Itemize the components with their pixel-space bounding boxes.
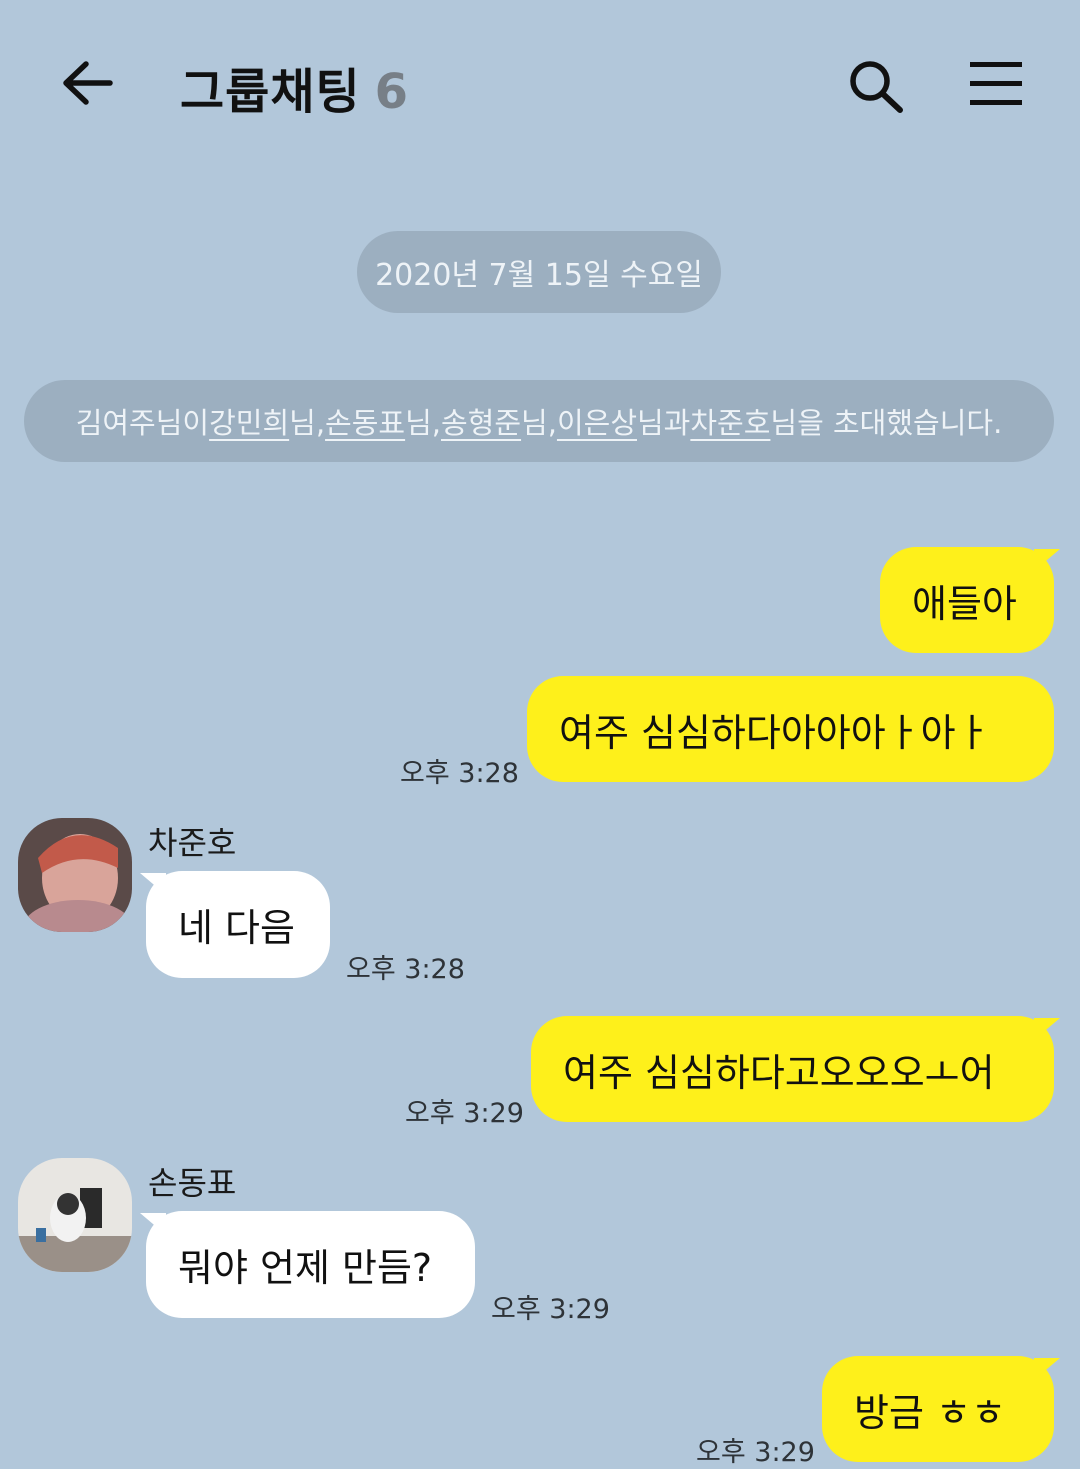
message-time: 오후 3:29 [405,1098,524,1129]
message-text: 방금 ㅎㅎ [854,1390,1006,1435]
other-message-bubble[interactable]: 네 다음 [146,871,330,978]
message-text: 애들아 [912,581,1017,626]
message-text: 여주 심심하다아아아ㅏ아ㅏ [559,710,991,755]
message-text: 여주 심심하다고오오오ㅗ어 [563,1050,995,1095]
menu-icon[interactable] [968,60,1024,108]
member-count: 6 [374,64,410,120]
invited-member-link[interactable]: 이은상 [557,400,637,442]
search-icon[interactable] [846,58,906,114]
system-text: 님, [289,406,326,440]
system-text: 님, [521,406,557,440]
date-divider: 2020년 7월 15일 수요일 [357,231,721,313]
my-message-bubble[interactable]: 방금 ㅎㅎ [822,1356,1054,1462]
message-text: 뭐야 언제 만듬? [178,1246,433,1290]
invited-member-link[interactable]: 차준호 [690,400,770,442]
message-time: 오후 3:28 [346,954,465,985]
sender-name: 손동표 [148,1164,237,1202]
invited-member-link[interactable]: 송형준 [441,400,521,442]
system-text: 님과 [637,406,691,440]
chat-header: 그룹채팅 6 [0,0,1080,170]
system-invite-message: 김여주님이 강민희 님, 손동표 님, 송형준 님, 이은상 님과 차준호 님을 초대했습… [24,380,1054,462]
avatar[interactable] [18,818,132,932]
invited-member-link[interactable]: 강민희 [209,400,289,442]
my-message-bubble[interactable]: 애들아 [880,547,1054,653]
system-text: 김여주님이 [75,406,210,440]
invited-member-link[interactable]: 손동표 [325,400,405,442]
my-message-bubble[interactable]: 여주 심심하다고오오오ㅗ어 [531,1016,1054,1122]
sender-name: 차준호 [148,824,237,862]
back-arrow-icon[interactable] [60,58,116,108]
system-text: 님, [405,406,441,440]
message-text: 네 다음 [178,906,295,950]
message-time: 오후 3:28 [400,758,519,789]
chat-title: 그룹채팅 6 [180,52,409,122]
message-time: 오후 3:29 [696,1437,815,1468]
system-text: 님을 초대했습니다. [770,406,1003,440]
my-message-bubble[interactable]: 여주 심심하다아아아ㅏ아ㅏ [527,676,1054,782]
avatar[interactable] [18,1158,132,1272]
chat-title-text: 그룹채팅 [180,64,361,120]
message-time: 오후 3:29 [491,1294,610,1325]
other-message-bubble[interactable]: 뭐야 언제 만듬? [146,1211,475,1318]
